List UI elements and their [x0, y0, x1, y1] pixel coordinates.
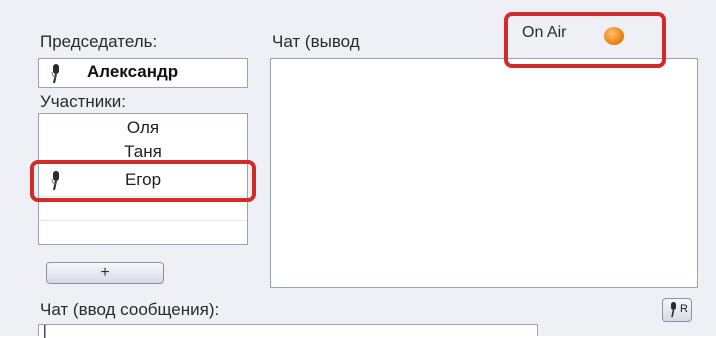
microphone-icon	[51, 64, 59, 84]
list-divider	[39, 196, 247, 197]
add-participant-button[interactable]: +	[46, 262, 164, 284]
conference-panel: Председатель: Александр Участники: Оля Т…	[0, 0, 716, 338]
microphone-icon	[671, 302, 676, 318]
chat-input-label: Чат (ввод сообщения):	[40, 300, 220, 319]
chat-output-area[interactable]	[270, 58, 698, 288]
chat-output-label: Чат (вывод	[272, 32, 360, 51]
list-divider	[39, 220, 247, 221]
chairman-label: Председатель:	[40, 32, 158, 51]
on-air-label: On Air	[522, 24, 567, 41]
microphone-icon	[51, 171, 59, 191]
participants-list[interactable]: Оля Таня Егор	[38, 113, 248, 245]
chairman-name: Александр	[87, 62, 179, 81]
microphone-request-button[interactable]: R	[662, 298, 692, 322]
chairman-field: Александр	[38, 58, 248, 88]
participant-item-olya[interactable]: Оля	[39, 116, 247, 140]
window: Председатель: Александр Участники: Оля Т…	[0, 0, 716, 338]
participant-name: Оля	[126, 118, 160, 137]
chat-input-field[interactable]: |	[38, 322, 538, 338]
participant-name: Таня	[124, 142, 162, 161]
participant-item-tanya[interactable]: Таня	[39, 140, 247, 164]
participants-label: Участники:	[40, 92, 126, 111]
request-label: R	[680, 303, 688, 315]
participant-item-egor[interactable]: Егор	[39, 168, 247, 192]
participant-name: Егор	[124, 170, 162, 189]
on-air-indicator-icon	[604, 27, 624, 45]
